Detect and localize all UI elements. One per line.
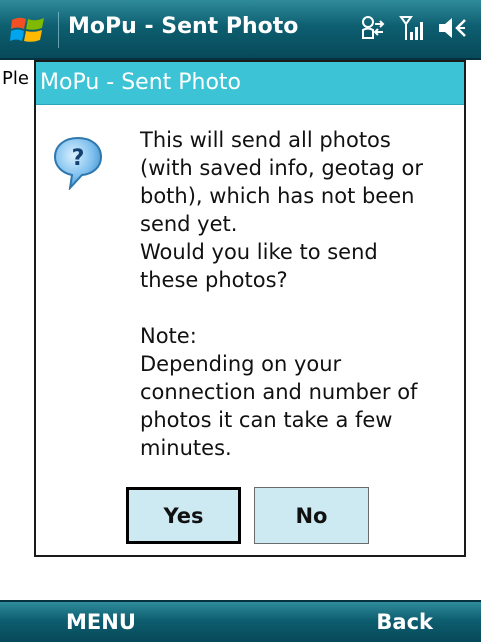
- title-bar: MoPu - Sent Photo: [0, 0, 481, 60]
- back-softkey[interactable]: Back: [376, 610, 433, 634]
- confirm-dialog: MoPu - Sent Photo ? This will send all p…: [34, 60, 466, 557]
- message-line: (with saved info, geotag or: [140, 156, 424, 180]
- message-line: This will send all photos: [140, 128, 391, 152]
- windows-start-icon[interactable]: [10, 14, 46, 46]
- dialog-header: MoPu - Sent Photo: [36, 62, 464, 105]
- note-line: minutes.: [140, 436, 232, 460]
- background-text: Ple: [2, 68, 29, 89]
- title-separator: [58, 12, 59, 48]
- message-line: Would you like to send: [140, 240, 378, 264]
- svg-text:?: ?: [72, 146, 85, 171]
- volume-icon[interactable]: [437, 14, 467, 42]
- yes-button[interactable]: Yes: [126, 487, 241, 544]
- note-line: Note:: [140, 324, 197, 348]
- message-gap: [140, 294, 450, 322]
- softkey-bar: MENU Back: [0, 600, 481, 642]
- no-button[interactable]: No: [254, 487, 369, 544]
- dialog-message: This will send all photos (with saved in…: [140, 126, 450, 462]
- message-line: these photos?: [140, 268, 288, 292]
- menu-softkey[interactable]: MENU: [66, 610, 136, 634]
- note-line: Depending on your: [140, 352, 342, 376]
- signal-icon[interactable]: [399, 14, 425, 42]
- note-line: connection and number of: [140, 380, 418, 404]
- window-title: MoPu - Sent Photo: [68, 14, 299, 39]
- note-line: photos it can take a few: [140, 408, 393, 432]
- message-line: send yet.: [140, 212, 238, 236]
- dialog-title: MoPu - Sent Photo: [40, 70, 242, 95]
- connectivity-icon[interactable]: [359, 14, 387, 42]
- message-line: both), which has not been: [140, 184, 415, 208]
- question-icon: ?: [53, 136, 103, 190]
- status-icons: [359, 14, 467, 42]
